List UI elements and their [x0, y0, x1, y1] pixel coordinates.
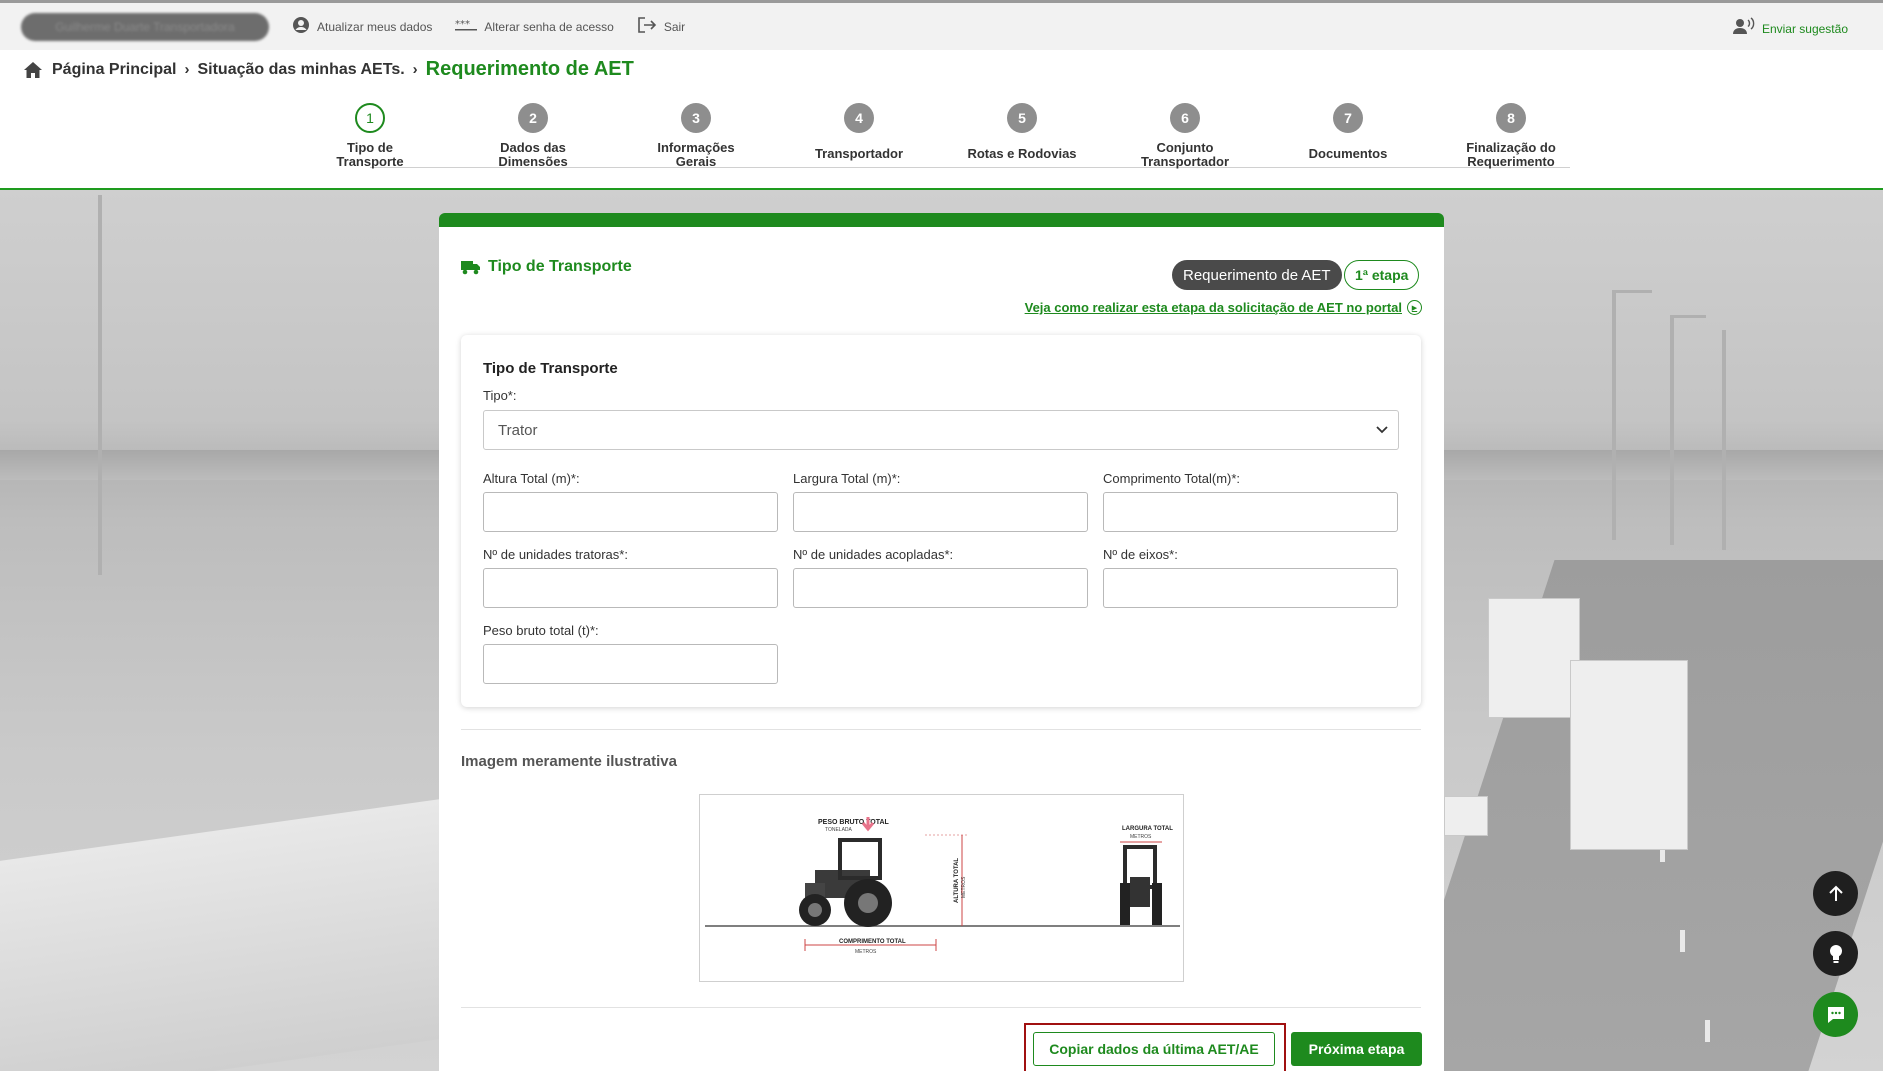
logout-icon: [637, 16, 657, 37]
step-label: Tipo de Transporte: [336, 140, 404, 169]
step-label: Rotas e Rodovias: [967, 146, 1077, 161]
largura-label: Largura Total (m)*:: [793, 471, 901, 486]
breadcrumb: Página Principal › Situação das minhas A…: [24, 58, 634, 81]
illustration-title: Imagem meramente ilustrativa: [461, 753, 677, 770]
unidades-tratoras-label: Nº de unidades tratoras*:: [483, 547, 628, 562]
step-number: 8: [1496, 103, 1526, 133]
lightbulb-icon: [1829, 944, 1842, 963]
largura-input[interactable]: [793, 492, 1088, 532]
divider: [461, 729, 1421, 730]
largura-dim-unit: METROS: [1130, 834, 1152, 840]
unidades-acopladas-label: Nº de unidades acopladas*:: [793, 547, 954, 562]
svg-text:***: ***: [455, 19, 470, 30]
eixos-input[interactable]: [1103, 568, 1398, 608]
send-suggestion-link[interactable]: Enviar sugestão: [1732, 17, 1848, 40]
step-label: Finalização do Requerimento: [1466, 140, 1556, 169]
arrow-up-icon: [1828, 885, 1843, 901]
chevron-right-icon: ›: [184, 61, 190, 78]
card-title: Tipo de Transporte: [461, 258, 632, 276]
step-badge: 1ª etapa: [1344, 260, 1420, 290]
step-4[interactable]: 4 Transportador: [789, 103, 929, 161]
send-suggestion-label: Enviar sugestão: [1761, 21, 1848, 36]
unidades-tratoras-input[interactable]: [483, 568, 778, 608]
request-type-badge: Requerimento de AET: [1172, 260, 1342, 290]
altura-label: Altura Total (m)*:: [483, 471, 580, 486]
chevron-down-icon: [1376, 422, 1388, 437]
top-bar: Guilherme Duarte Transportadora Atualiza…: [0, 0, 1883, 50]
breadcrumb-situacao[interactable]: Situação das minhas AETs.: [197, 61, 404, 79]
step-3[interactable]: 3 Informações Gerais: [626, 103, 766, 169]
play-circle-icon: ▶: [1407, 300, 1422, 315]
altura-input[interactable]: [483, 492, 778, 532]
copy-last-aet-button[interactable]: Copiar dados da última AET/AE: [1033, 1032, 1275, 1066]
user-circle-icon: [292, 16, 310, 37]
step-5[interactable]: 5 Rotas e Rodovias: [952, 103, 1092, 161]
step-7[interactable]: 7 Documentos: [1278, 103, 1418, 161]
altura-dim-label: ALTURA TOTAL: [954, 858, 960, 903]
step-number: 2: [518, 103, 548, 133]
help-video-link[interactable]: Veja como realizar esta etapa da solicit…: [1025, 300, 1422, 315]
step-6[interactable]: 6 Conjunto Transportador: [1115, 103, 1255, 169]
user-voice-icon: [1732, 17, 1755, 40]
change-password-label: Alterar senha de acesso: [484, 19, 614, 34]
tipo-select[interactable]: Trator: [483, 410, 1399, 450]
peso-bruto-input[interactable]: [483, 644, 778, 684]
step-number: 3: [681, 103, 711, 133]
breadcrumb-home[interactable]: Página Principal: [52, 61, 176, 79]
comprimento-label: Comprimento Total(m)*:: [1103, 471, 1241, 486]
tipo-label: Tipo*:: [483, 388, 517, 403]
card-title-text: Tipo de Transporte: [488, 258, 632, 275]
user-name-pill[interactable]: Guilherme Duarte Transportadora: [21, 12, 269, 41]
page-header: Página Principal › Situação das minhas A…: [0, 50, 1883, 190]
step-8[interactable]: 8 Finalização do Requerimento: [1441, 103, 1581, 169]
help-video-label: Veja como realizar esta etapa da solicit…: [1024, 300, 1402, 315]
tractor-illustration: PESO BRUTO TOTAL TONELADA ALTURA TOTAL M…: [699, 794, 1184, 982]
unidades-acopladas-input[interactable]: [793, 568, 1088, 608]
altura-dim-unit: METROS: [961, 876, 967, 898]
step-label: Informações Gerais: [657, 140, 735, 169]
largura-dim-label: LARGURA TOTAL: [1122, 826, 1173, 832]
next-step-button[interactable]: Próxima etapa: [1291, 1032, 1422, 1066]
step-label: Documentos: [1308, 146, 1388, 161]
update-data-link[interactable]: Atualizar meus dados: [292, 16, 432, 37]
update-data-label: Atualizar meus dados: [317, 19, 433, 34]
step-2[interactable]: 2 Dados das Dimensões: [463, 103, 603, 169]
step-number: 7: [1333, 103, 1363, 133]
logout-link[interactable]: Sair: [637, 16, 685, 37]
comprimento-input[interactable]: [1103, 492, 1398, 532]
step-label: Dados das Dimensões: [498, 140, 568, 169]
scroll-top-button[interactable]: [1813, 871, 1858, 916]
password-dots-icon: ***: [455, 19, 478, 34]
step-1[interactable]: 1 Tipo de Transporte: [300, 103, 440, 169]
tips-button[interactable]: [1813, 931, 1858, 976]
step-number: 1: [355, 103, 385, 133]
eixos-label: Nº de eixos*:: [1103, 547, 1178, 562]
divider: [461, 1007, 1421, 1008]
peso-label: PESO BRUTO TOTAL: [818, 819, 890, 826]
change-password-link[interactable]: *** Alterar senha de acesso: [455, 19, 614, 34]
tipo-select-value: Trator: [498, 421, 538, 439]
comprimento-dim-label: COMPRIMENTO TOTAL: [839, 939, 906, 945]
peso-bruto-label: Peso bruto total (t)*:: [483, 623, 599, 638]
chat-button[interactable]: [1813, 992, 1858, 1037]
step-number: 6: [1170, 103, 1200, 133]
step-number: 4: [844, 103, 874, 133]
tractor-side-image: [799, 838, 892, 927]
chat-icon: [1827, 1006, 1844, 1023]
comprimento-dim-unit: METROS: [855, 949, 877, 955]
logout-label: Sair: [663, 19, 686, 34]
tractor-front-image: [1120, 845, 1162, 925]
stepper: 1 Tipo de Transporte 2 Dados das Dimensõ…: [300, 100, 1640, 190]
form-heading: Tipo de Transporte: [483, 360, 618, 377]
transport-type-form: Tipo de Transporte Tipo*: Trator Altura …: [461, 335, 1421, 707]
peso-unit: TONELADA: [825, 827, 853, 833]
breadcrumb-current: Requerimento de AET: [425, 58, 634, 80]
home-icon[interactable]: [24, 61, 42, 78]
step-label: Conjunto Transportador: [1140, 140, 1230, 169]
step-number: 5: [1007, 103, 1037, 133]
chevron-right-icon: ›: [412, 61, 418, 78]
truck-icon: [461, 261, 480, 275]
step-label: Transportador: [814, 146, 904, 161]
main-card: Tipo de Transporte Requerimento de AET 1…: [439, 213, 1444, 1071]
